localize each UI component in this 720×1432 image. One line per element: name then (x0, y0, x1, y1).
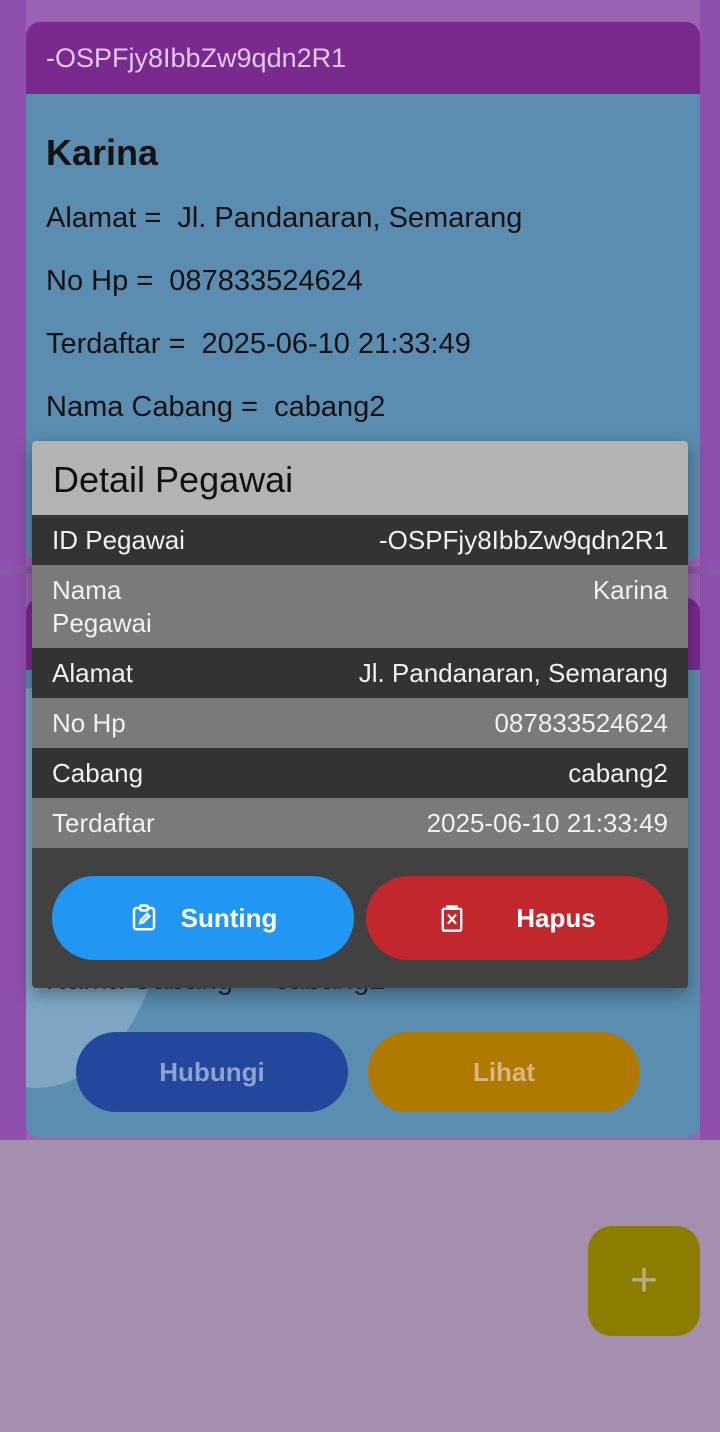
detail-row-branch: Cabang cabang2 (32, 748, 688, 798)
detail-label: Alamat (52, 658, 133, 688)
detail-label: No Hp (52, 708, 126, 738)
employee-phone: No Hp = 087833524624 (46, 265, 363, 297)
detail-label: Cabang (52, 758, 144, 788)
dialog-title: Detail Pegawai (32, 441, 688, 515)
delete-button-label: Hapus (516, 902, 596, 933)
detail-label: Terdaftar (52, 808, 155, 838)
detail-dialog: Detail Pegawai ID Pegawai -OSPFjy8IbbZw9… (32, 441, 688, 988)
contact-button[interactable]: Hubungi (76, 1032, 348, 1112)
employee-branch: Nama Cabang = cabang2 (46, 391, 386, 423)
view-button[interactable]: Lihat (368, 1032, 640, 1112)
card-id-header: -OSPFjy8IbbZw9qdn2R1 (26, 22, 700, 94)
detail-value: 2025-06-10 21:33:49 (426, 808, 668, 838)
detail-value: 087833524624 (494, 708, 668, 738)
detail-value: cabang2 (568, 758, 668, 788)
plus-icon: + (629, 1254, 659, 1307)
detail-value: Karina (592, 575, 668, 605)
employee-address: Alamat = Jl. Pandanaran, Semarang (46, 202, 523, 234)
employee-name: Karina (46, 132, 159, 173)
employee-registered: Terdaftar = 2025-06-10 21:33:49 (46, 328, 471, 360)
edit-button[interactable]: Sunting (52, 876, 354, 960)
detail-value: -OSPFjy8IbbZw9qdn2R1 (378, 525, 668, 555)
delete-button[interactable]: Hapus (366, 876, 668, 960)
detail-row-registered: Terdaftar 2025-06-10 21:33:49 (32, 798, 688, 848)
detail-value: Jl. Pandanaran, Semarang (358, 658, 668, 688)
detail-row-address: Alamat Jl. Pandanaran, Semarang (32, 648, 688, 698)
add-button[interactable]: + (588, 1226, 700, 1336)
dialog-actions: Sunting Hapus (32, 848, 688, 988)
edit-clipboard-icon (129, 903, 159, 933)
detail-row-phone: No Hp 087833524624 (32, 698, 688, 748)
detail-label: ID Pegawai (52, 525, 185, 555)
detail-label: Nama Pegawai (52, 575, 152, 638)
edit-button-label: Sunting (180, 902, 278, 933)
detail-row-name: Nama Pegawai Karina (32, 565, 688, 648)
delete-box-icon (438, 903, 466, 933)
detail-row-id: ID Pegawai -OSPFjy8IbbZw9qdn2R1 (32, 515, 688, 565)
